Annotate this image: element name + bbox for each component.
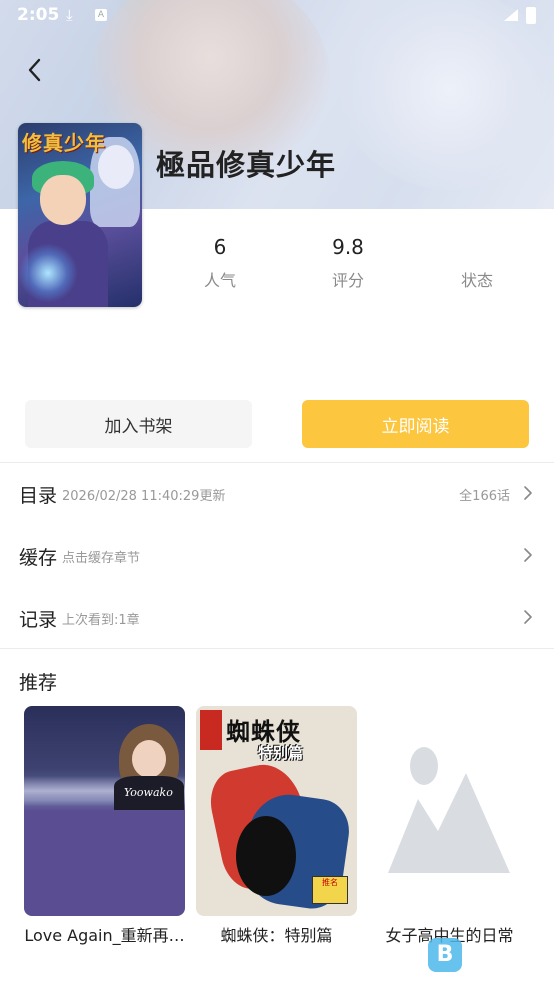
recommend-label: 蜘蛛侠：特别篇 bbox=[220, 926, 333, 945]
a-notification-icon: A bbox=[95, 9, 107, 21]
add-to-shelf-button[interactable]: 加入书架 bbox=[25, 400, 252, 448]
cover-tag: 推名 bbox=[312, 876, 348, 904]
cover-art-glow bbox=[18, 243, 78, 303]
chevron-right-icon bbox=[524, 486, 532, 500]
watermark-badge: B bbox=[428, 938, 462, 972]
recommend-cover: 蜘蛛侠 特别篇 推名 bbox=[196, 706, 357, 916]
recommend-title: 推荐 bbox=[19, 672, 58, 694]
stat-value bbox=[417, 235, 537, 263]
cover-title-text: 修真少年 bbox=[22, 131, 106, 155]
history-last-read: 上次看到:1章 bbox=[62, 613, 140, 628]
book-cover: 修真少年 bbox=[18, 123, 142, 307]
recommend-cover bbox=[369, 706, 530, 916]
recommend-item[interactable]: 蜘蛛侠 特别篇 推名 蜘蛛侠：特别篇 bbox=[196, 706, 357, 946]
stat-label: 人气 bbox=[203, 271, 236, 290]
catalog-row[interactable]: 目录 2026/02/28 11:40:29更新 全166话 bbox=[0, 463, 554, 523]
read-now-button[interactable]: 立即阅读 bbox=[302, 400, 529, 448]
stat-value: 6 bbox=[213, 235, 227, 259]
image-placeholder-icon bbox=[387, 747, 510, 873]
recommend-item[interactable]: Yoowako Love Again_重新再… bbox=[24, 706, 185, 946]
catalog-title: 目录 bbox=[19, 485, 58, 507]
status-time: 2:05 bbox=[17, 5, 60, 25]
cover-subtitle-text: 特别篇 bbox=[258, 744, 304, 762]
cover-art-face bbox=[40, 175, 86, 225]
stat-label: 评分 bbox=[331, 271, 364, 290]
recommend-cover: Yoowako bbox=[24, 706, 185, 916]
cache-row[interactable]: 缓存 点击缓存章节 bbox=[0, 525, 554, 585]
chevron-right-icon bbox=[524, 610, 532, 624]
battery-icon bbox=[526, 7, 536, 24]
cover-art-corner bbox=[200, 710, 222, 750]
cache-title: 缓存 bbox=[19, 547, 58, 569]
recommend-label: Love Again_重新再… bbox=[24, 926, 185, 945]
download-icon: ⤓ bbox=[66, 6, 73, 24]
stat-value: 9.8 bbox=[332, 235, 364, 259]
divider bbox=[0, 648, 554, 649]
watermark-logo: B bbox=[428, 938, 528, 972]
catalog-updated: 2026/02/28 11:40:29更新 bbox=[62, 489, 226, 504]
chevron-left-icon bbox=[28, 58, 41, 82]
chevron-right-icon bbox=[524, 548, 532, 562]
history-row[interactable]: 记录 上次看到:1章 bbox=[0, 587, 554, 647]
history-title: 记录 bbox=[19, 609, 58, 631]
chapter-count: 全166话 bbox=[459, 489, 510, 504]
stats-row: 6 人气 9.8 评分 状态 bbox=[160, 235, 520, 295]
stat-rating: 9.8 评分 bbox=[288, 235, 408, 291]
stat-label: 状态 bbox=[460, 271, 493, 290]
cache-hint: 点击缓存章节 bbox=[62, 551, 141, 566]
back-button[interactable] bbox=[18, 52, 52, 88]
status-bar: 2:05 ⤓ A bbox=[0, 0, 554, 32]
cover-text: Yoowako bbox=[124, 786, 173, 799]
signal-icon bbox=[504, 9, 518, 21]
cover-art-face bbox=[132, 740, 166, 778]
recommend-item[interactable]: 女子高中生的日常 bbox=[369, 706, 530, 946]
stat-status: 状态 bbox=[417, 235, 537, 291]
stat-popularity: 6 人气 bbox=[160, 235, 280, 291]
cover-art-venom bbox=[236, 816, 296, 896]
book-title: 極品修真少年 bbox=[156, 148, 337, 182]
